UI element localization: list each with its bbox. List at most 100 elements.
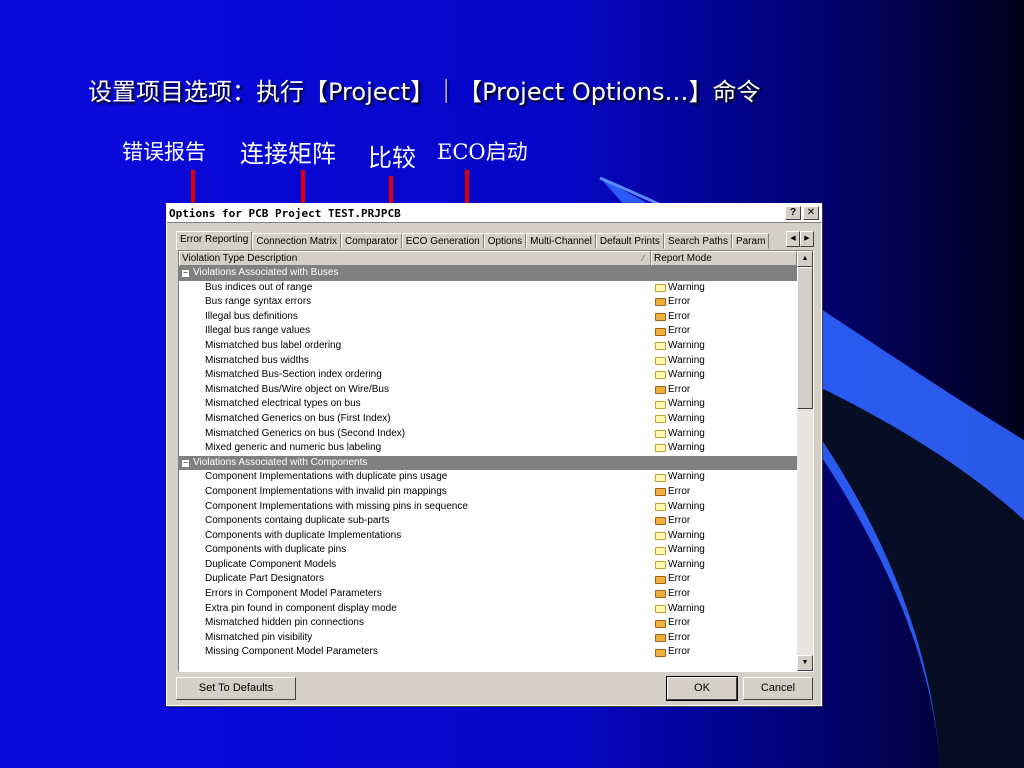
list-item[interactable]: Components containg duplicate sub-parts E…: [179, 514, 813, 529]
callout-error-reporting: 错误报告: [122, 140, 206, 164]
list-item[interactable]: Mismatched electrical types on bus Warnin…: [179, 397, 813, 412]
report-mode-selector[interactable]: Warning: [623, 500, 705, 515]
list-item[interactable]: Component Implementations with duplicate…: [179, 470, 813, 485]
list-item[interactable]: Illegal bus definitions Error: [179, 310, 813, 325]
report-mode-selector[interactable]: Error: [623, 485, 690, 500]
scroll-down-icon[interactable]: ▼: [797, 655, 813, 671]
report-mode-selector[interactable]: Warning: [623, 427, 705, 442]
report-mode-label: Error: [668, 325, 691, 337]
cancel-button[interactable]: Cancel: [743, 677, 813, 700]
report-mode-selector[interactable]: Warning: [623, 470, 705, 485]
list-item[interactable]: Errors in Component Model Parameters Erro…: [179, 587, 813, 602]
report-mode-selector[interactable]: Warning: [623, 558, 705, 573]
group-row[interactable]: − Violations Associated with Components: [179, 455, 813, 471]
report-mode-selector[interactable]: Warning: [623, 339, 705, 354]
list-item[interactable]: Mismatched Generics on bus (First Index)…: [179, 412, 813, 427]
report-mode-selector[interactable]: Warning: [623, 281, 705, 296]
folder-icon: [655, 283, 666, 292]
list-item[interactable]: Mixed generic and numeric bus labeling Wa…: [179, 441, 813, 456]
ok-button[interactable]: OK: [666, 676, 738, 701]
close-icon[interactable]: ✕: [803, 206, 819, 220]
tab-multi-channel[interactable]: Multi-Channel: [526, 233, 596, 249]
list-item[interactable]: Illegal bus range values Error: [179, 324, 813, 339]
report-mode-selector[interactable]: Warning: [623, 368, 705, 383]
tab-param[interactable]: Param: [731, 233, 770, 249]
violation-description: Mixed generic and numeric bus labeling: [205, 442, 382, 454]
list-item[interactable]: Component Implementations with missing p…: [179, 500, 813, 515]
report-mode-label: Warning: [668, 442, 705, 454]
folder-icon: [655, 386, 666, 395]
report-mode-label: Warning: [668, 398, 705, 410]
report-mode-selector[interactable]: Error: [623, 383, 690, 398]
list-item[interactable]: Duplicate Part Designators Error: [179, 572, 813, 587]
list-item[interactable]: Missing Component Model Parameters Error: [179, 645, 813, 660]
list-item[interactable]: Mismatched hidden pin connections Error: [179, 616, 813, 631]
tab-options[interactable]: Options: [483, 233, 527, 249]
folder-icon: [655, 429, 666, 438]
list-item[interactable]: Extra pin found in component display mod…: [179, 602, 813, 617]
violation-description: Component Implementations with invalid p…: [205, 485, 447, 497]
report-mode-selector[interactable]: Error: [623, 310, 690, 325]
report-mode-selector[interactable]: Error: [623, 295, 690, 310]
report-mode-selector[interactable]: Warning: [623, 543, 705, 558]
folder-icon: [655, 619, 666, 628]
list-item[interactable]: Component Implementations with invalid p…: [179, 485, 813, 500]
report-mode-selector[interactable]: Error: [623, 514, 690, 529]
help-icon[interactable]: ?: [785, 206, 801, 220]
set-to-defaults-button[interactable]: Set To Defaults: [176, 677, 296, 700]
report-mode-label: Error: [668, 485, 691, 497]
list-item[interactable]: Duplicate Component Models Warning: [179, 558, 813, 573]
report-mode-selector[interactable]: Error: [623, 324, 690, 339]
violation-description: Components with duplicate Implementation…: [205, 529, 402, 541]
report-mode-selector[interactable]: Warning: [623, 412, 705, 427]
list-item[interactable]: Mismatched Generics on bus (Second Index…: [179, 427, 813, 442]
list-item[interactable]: Mismatched Bus/Wire object on Wire/Bus Er…: [179, 383, 813, 398]
tab-scroll-right-icon[interactable]: ▶: [800, 231, 814, 247]
violation-description: Errors in Component Model Parameters: [205, 588, 382, 600]
column-header-description[interactable]: Violation Type Description ⁄: [179, 251, 651, 266]
report-mode-selector[interactable]: Error: [623, 572, 690, 587]
list-item[interactable]: Mismatched bus widths Warning: [179, 354, 813, 369]
report-mode-selector[interactable]: Error: [623, 616, 690, 631]
list-item[interactable]: Components with duplicate pins Warning: [179, 543, 813, 558]
collapse-icon[interactable]: −: [181, 269, 190, 278]
group-row[interactable]: − Violations Associated with Buses: [179, 266, 813, 281]
folder-icon: [655, 400, 666, 409]
report-mode-selector[interactable]: Warning: [623, 529, 705, 544]
list-item[interactable]: Mismatched pin visibility Error: [179, 631, 813, 646]
column-header-report-mode[interactable]: Report Mode: [651, 251, 797, 266]
list-item[interactable]: Mismatched bus label ordering Warning: [179, 339, 813, 354]
folder-icon: [655, 517, 666, 526]
scroll-thumb[interactable]: [797, 267, 813, 409]
violation-description: Mismatched bus widths: [205, 354, 309, 366]
report-mode-selector[interactable]: Warning: [623, 441, 705, 456]
collapse-icon[interactable]: −: [181, 458, 190, 468]
report-mode-selector[interactable]: Warning: [623, 602, 705, 617]
vertical-scrollbar[interactable]: ▲ ▼: [797, 251, 813, 671]
list-item[interactable]: Components with duplicate Implementation…: [179, 529, 813, 544]
tab-default-prints[interactable]: Default Prints: [595, 233, 664, 249]
tab-eco-generation[interactable]: ECO Generation: [401, 233, 484, 249]
tab-comparator[interactable]: Comparator: [340, 233, 402, 249]
report-mode-label: Error: [668, 383, 691, 395]
report-mode-selector[interactable]: Error: [623, 645, 690, 660]
scroll-up-icon[interactable]: ▲: [797, 251, 813, 267]
project-options-dialog: Options for PCB Project TEST.PRJPCB ? ✕ …: [166, 203, 822, 706]
report-mode-selector[interactable]: Error: [623, 587, 690, 602]
report-mode-selector[interactable]: Error: [623, 631, 690, 646]
violation-description: Bus indices out of range: [205, 281, 313, 293]
dialog-titlebar[interactable]: Options for PCB Project TEST.PRJPCB ? ✕: [167, 204, 821, 223]
violation-list[interactable]: Violation Type Description ⁄ Report Mode …: [178, 250, 814, 672]
tab-search-paths[interactable]: Search Paths: [663, 233, 732, 249]
report-mode-selector[interactable]: Warning: [623, 397, 705, 412]
tab-scroll-left-icon[interactable]: ◀: [786, 231, 800, 247]
folder-icon: [655, 298, 666, 307]
list-item[interactable]: Mismatched Bus-Section index ordering War…: [179, 368, 813, 383]
folder-icon: [655, 371, 666, 380]
tab-error-reporting[interactable]: Error Reporting: [176, 231, 253, 250]
report-mode-selector[interactable]: Warning: [623, 354, 705, 369]
group-label: Violations Associated with Buses: [193, 267, 339, 278]
list-item[interactable]: Bus indices out of range Warning: [179, 281, 813, 296]
list-item[interactable]: Bus range syntax errors Error: [179, 295, 813, 310]
tab-connection-matrix[interactable]: Connection Matrix: [252, 233, 341, 249]
